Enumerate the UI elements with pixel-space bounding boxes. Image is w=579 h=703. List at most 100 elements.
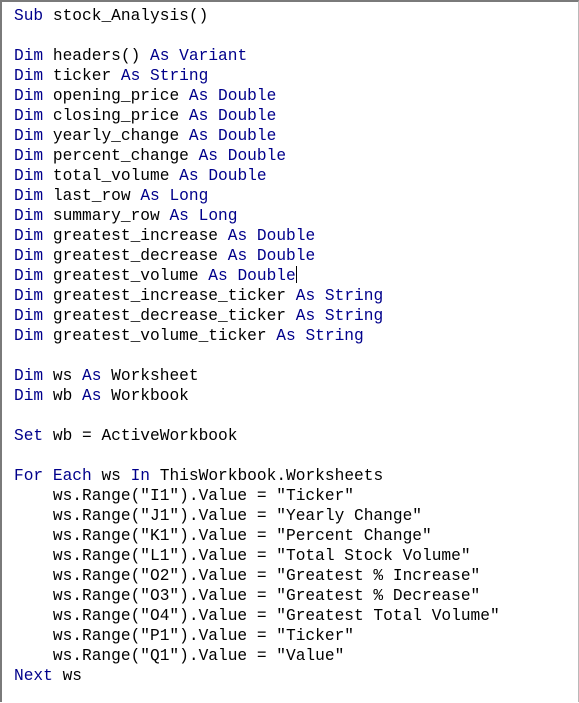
code-line[interactable]: Dim ticker As String	[14, 66, 500, 86]
code-keyword: Long	[169, 187, 209, 205]
code-keyword: String	[324, 287, 384, 305]
code-text: ws.Range("O2").Value = "Greatest % Incre…	[14, 567, 481, 585]
code-text: ws	[52, 667, 83, 685]
code-text: greatest_increase	[43, 227, 228, 245]
code-line[interactable]	[14, 446, 500, 466]
code-line[interactable]: Dim greatest_increase As Double	[14, 226, 500, 246]
code-line[interactable]: ws.Range("O3").Value = "Greatest % Decre…	[14, 586, 500, 606]
code-line[interactable]: Dim last_row As Long	[14, 186, 500, 206]
code-line[interactable]: ws.Range("O2").Value = "Greatest % Incre…	[14, 566, 500, 586]
code-keyword: As	[150, 47, 170, 65]
code-line[interactable]: Dim greatest_decrease_ticker As String	[14, 306, 500, 326]
code-keyword: Dim	[14, 67, 44, 85]
code-text: ws	[91, 467, 131, 485]
code-line[interactable]: Next ws	[14, 666, 500, 686]
code-line[interactable]: Dim closing_price As Double	[14, 106, 500, 126]
code-line[interactable]: Set wb = ActiveWorkbook	[14, 426, 500, 446]
code-text: ws.Range("Q1").Value = "Value"	[14, 647, 345, 665]
code-keyword: Dim	[14, 367, 44, 385]
code-keyword: Dim	[14, 47, 44, 65]
code-line[interactable]: Dim greatest_decrease As Double	[14, 246, 500, 266]
code-keyword: As	[295, 287, 316, 305]
code-keyword: Double	[227, 147, 287, 165]
code-keyword: As	[227, 227, 248, 245]
code-text: summary_row	[43, 207, 170, 225]
code-keyword: As	[188, 87, 209, 105]
code-line[interactable]: ws.Range("L1").Value = "Total Stock Volu…	[14, 546, 500, 566]
code-keyword: Dim	[14, 167, 44, 185]
code-keyword: Double	[237, 267, 296, 285]
code-line[interactable]: Dim ws As Worksheet	[14, 366, 500, 386]
code-text: opening_price	[43, 87, 189, 105]
code-line[interactable]: Dim opening_price As Double	[14, 86, 500, 106]
code-keyword: Each	[52, 467, 92, 485]
code-keyword: Next	[14, 667, 53, 685]
code-editor[interactable]: Sub stock_Analysis() Dim headers() As Var…	[0, 0, 579, 702]
code-text: headers()	[43, 47, 151, 65]
code-keyword: As	[82, 387, 102, 405]
code-line[interactable]: Dim summary_row As Long	[14, 206, 500, 226]
code-text: greatest_volume_ticker	[43, 327, 277, 345]
code-keyword: Dim	[14, 267, 44, 285]
code-text: ws.Range("L1").Value = "Total Stock Volu…	[14, 547, 471, 565]
code-line[interactable]: Dim greatest_increase_ticker As String	[14, 286, 500, 306]
code-text: greatest_volume	[43, 267, 209, 285]
code-line[interactable]: Sub stock_Analysis()	[14, 6, 500, 26]
code-keyword: Dim	[14, 187, 44, 205]
code-keyword: As	[276, 327, 296, 345]
code-keyword: Dim	[14, 127, 44, 145]
code-line[interactable]: Dim headers() As Variant	[14, 46, 500, 66]
code-area[interactable]: Sub stock_Analysis() Dim headers() As Var…	[14, 6, 500, 686]
code-line[interactable]: ws.Range("K1").Value = "Percent Change"	[14, 526, 500, 546]
code-text: ws.Range("O4").Value = "Greatest Total V…	[14, 607, 500, 625]
code-line[interactable]	[14, 406, 500, 426]
code-keyword: Dim	[14, 247, 44, 265]
code-keyword: Sub	[14, 7, 44, 25]
code-line[interactable]: For Each ws In ThisWorkbook.Worksheets	[14, 466, 500, 486]
text-cursor	[295, 266, 297, 283]
code-text: last_row	[43, 187, 141, 205]
code-keyword: Dim	[14, 207, 44, 225]
code-text: greatest_decrease	[43, 247, 228, 265]
code-line[interactable]: Dim percent_change As Double	[14, 146, 500, 166]
code-keyword: As	[208, 267, 228, 285]
code-keyword: Long	[198, 207, 238, 225]
code-line[interactable]: Dim wb As Workbook	[14, 386, 500, 406]
code-line[interactable]	[14, 26, 500, 46]
code-line[interactable]	[14, 346, 500, 366]
code-keyword: Double	[208, 167, 267, 185]
code-keyword: Dim	[14, 287, 44, 305]
code-text: ws.Range("P1").Value = "Ticker"	[14, 627, 354, 645]
code-keyword: Dim	[14, 87, 44, 105]
code-line[interactable]: Dim total_volume As Double	[14, 166, 500, 186]
code-text: ws.Range("I1").Value = "Ticker"	[14, 487, 354, 505]
code-keyword: Variant	[179, 47, 248, 65]
code-keyword: Set	[14, 427, 44, 445]
code-keyword: Double	[256, 247, 316, 265]
code-text: stock_Analysis()	[43, 7, 209, 25]
code-line[interactable]: ws.Range("P1").Value = "Ticker"	[14, 626, 500, 646]
code-keyword: Dim	[14, 387, 44, 405]
code-keyword: As	[198, 147, 219, 165]
code-line[interactable]: Dim greatest_volume_ticker As String	[14, 326, 500, 346]
code-line[interactable]: Dim greatest_volume As Double	[14, 266, 500, 286]
code-text: ws	[43, 367, 83, 385]
code-line[interactable]: ws.Range("O4").Value = "Greatest Total V…	[14, 606, 500, 626]
code-line[interactable]: ws.Range("Q1").Value = "Value"	[14, 646, 500, 666]
code-line[interactable]: Dim yearly_change As Double	[14, 126, 500, 146]
code-line[interactable]: ws.Range("J1").Value = "Yearly Change"	[14, 506, 500, 526]
code-keyword: String	[150, 67, 209, 85]
code-keyword: As	[169, 207, 189, 225]
code-line[interactable]: ws.Range("I1").Value = "Ticker"	[14, 486, 500, 506]
